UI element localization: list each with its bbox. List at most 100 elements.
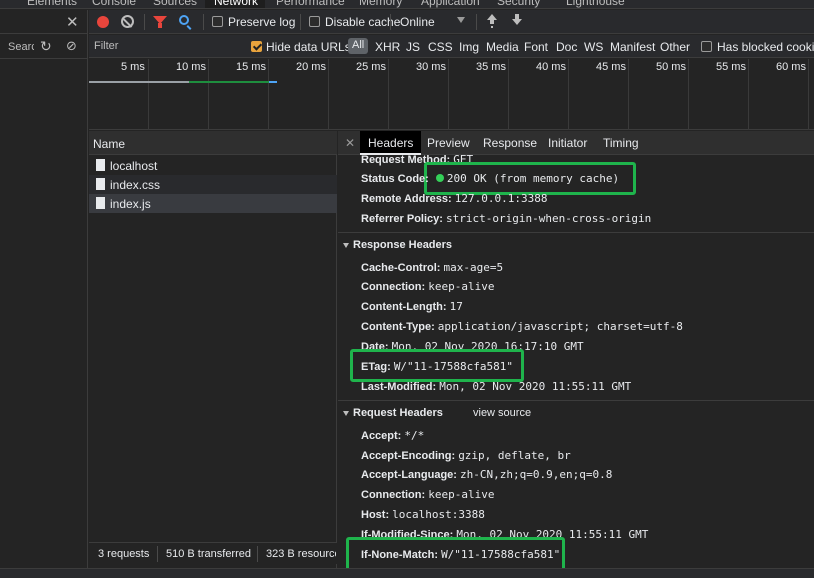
request-row-index-js[interactable]: index.js [89,194,337,213]
type-filter-other[interactable]: Other [660,40,690,54]
request-row-localhost[interactable]: localhost [89,156,337,175]
request-headers-toggle[interactable]: Request Headers view source [343,407,531,419]
footer-divider [157,546,158,562]
tab-initiator[interactable]: Initiator [540,131,595,155]
devtools-panel-tabs: Elements Console Sources Network Perform… [0,0,814,9]
timeline-request-bar [269,81,277,83]
header-value: strict-origin-when-cross-origin [446,212,652,225]
request-name: localhost [110,159,158,173]
timeline-request-bar [89,81,189,83]
document-icon [96,197,105,209]
close-icon[interactable]: ✕ [66,13,79,31]
name-column-header[interactable]: Name [89,131,337,155]
header-key: Remote Address: [361,193,452,205]
import-har-icon[interactable] [486,14,498,28]
type-filter-ws[interactable]: WS [584,40,603,54]
tab-performance[interactable]: Performance [276,0,345,8]
filter-input[interactable]: Filter [94,40,118,52]
header-row-accept-language: Accept-Language: zh-CN,zh;q=0.9,en;q=0.8 [361,468,612,481]
timeline-gridline [568,59,569,130]
header-key: Referrer Policy: [361,213,443,225]
timeline-gridline [508,59,509,130]
tab-lighthouse[interactable]: Lighthouse [566,0,625,8]
tab-security[interactable]: Security [497,0,540,8]
type-filter-js[interactable]: JS [406,40,420,54]
type-filter-manifest[interactable]: Manifest [610,40,655,54]
timeline-request-bar [189,81,269,83]
type-filter-all[interactable]: All [348,38,369,54]
request-row-index-css[interactable]: index.css [89,175,337,194]
export-har-icon[interactable] [511,14,523,28]
header-row-cache-control: Cache-Control: max-age=5 [361,261,503,274]
timeline-tick-label: 45 ms [596,61,626,73]
header-key: Accept-Language: [361,469,457,481]
timeline-gridline [148,59,149,130]
transferred-size: 510 B transferred [166,548,251,560]
network-summary-bar: 3 requests 510 B transferred 323 B resou… [89,542,337,564]
header-value: Mon, 02 Nov 2020 11:55:11 GMT [439,380,632,393]
header-row-content-length: Content-Length: 17 [361,300,463,313]
tab-network[interactable]: Network [214,0,258,8]
clear-icon[interactable]: ⊘ [66,38,77,54]
search-icon[interactable] [179,15,189,25]
timeline-tick-label: 40 ms [536,61,566,73]
close-icon[interactable]: ✕ [345,136,355,150]
preserve-log-label: Preserve log [228,15,296,29]
toolbar-divider [144,14,145,30]
hide-data-urls-checkbox[interactable] [251,41,262,52]
header-row-accept: Accept: */* [361,429,424,442]
timeline-tick-label: 35 ms [476,61,506,73]
toolbar-divider [390,14,391,30]
tab-elements[interactable]: Elements [27,0,77,8]
disable-cache-checkbox[interactable] [309,16,320,27]
timeline-gridline [328,59,329,130]
search-drawer: ✕ Search ↻ ⊘ [0,10,88,578]
triangle-down-icon [343,410,349,416]
toolbar-divider [476,14,477,30]
type-filter-font[interactable]: Font [524,40,548,54]
request-list: Name localhost index.css index.js 3 requ… [89,131,337,578]
filter-icon[interactable] [153,16,167,28]
tab-timing[interactable]: Timing [595,131,647,155]
timeline-gridline [268,59,269,130]
section-divider [338,400,814,401]
header-row-referrer-policy: Referrer Policy: strict-origin-when-cros… [361,212,651,225]
tab-headers[interactable]: Headers [360,131,422,155]
tab-memory[interactable]: Memory [359,0,402,8]
header-key: Connection: [361,489,426,501]
type-filter-doc[interactable]: Doc [556,40,577,54]
preserve-log-checkbox[interactable] [212,16,223,27]
chevron-down-icon[interactable] [457,17,465,23]
view-source-link[interactable]: view source [473,407,531,419]
response-headers-toggle[interactable]: Response Headers [343,239,452,251]
tab-response[interactable]: Response [475,131,545,155]
tab-preview[interactable]: Preview [419,131,478,155]
throttling-select[interactable]: Online [400,15,435,29]
timeline-overview[interactable]: 5 ms 10 ms 15 ms 20 ms 25 ms 30 ms 35 ms… [89,59,814,130]
status-code-value: 200 OK (from memory cache) [435,172,619,185]
type-filter-xhr[interactable]: XHR [375,40,400,54]
search-input[interactable]: Search [8,41,34,53]
header-key: Connection: [361,281,426,293]
section-title: Response Headers [353,239,453,251]
timeline-tick-label: 55 ms [716,61,746,73]
type-filter-img[interactable]: Img [459,40,479,54]
type-filter-media[interactable]: Media [486,40,519,54]
refresh-icon[interactable]: ↻ [40,38,52,55]
clear-icon[interactable] [121,15,134,28]
type-filter-css[interactable]: CSS [428,40,453,54]
details-tabs: ✕ Headers Preview Response Initiator Tim… [338,131,814,155]
tab-application[interactable]: Application [421,0,480,8]
header-key: Content-Type: [361,321,435,333]
header-value: zh-CN,zh;q=0.9,en;q=0.8 [460,468,613,481]
document-icon [96,178,105,190]
tab-sources[interactable]: Sources [153,0,197,8]
network-toolbar: Preserve log Disable cache Online [89,10,814,34]
has-blocked-cookies-checkbox[interactable] [701,41,712,52]
header-row-content-type: Content-Type: application/javascript; ch… [361,320,683,333]
timeline-tick-label: 30 ms [416,61,446,73]
record-icon[interactable] [97,16,109,28]
tab-console[interactable]: Console [92,0,136,8]
timeline-tick-label: 60 ms [776,61,806,73]
request-count: 3 requests [98,548,150,560]
